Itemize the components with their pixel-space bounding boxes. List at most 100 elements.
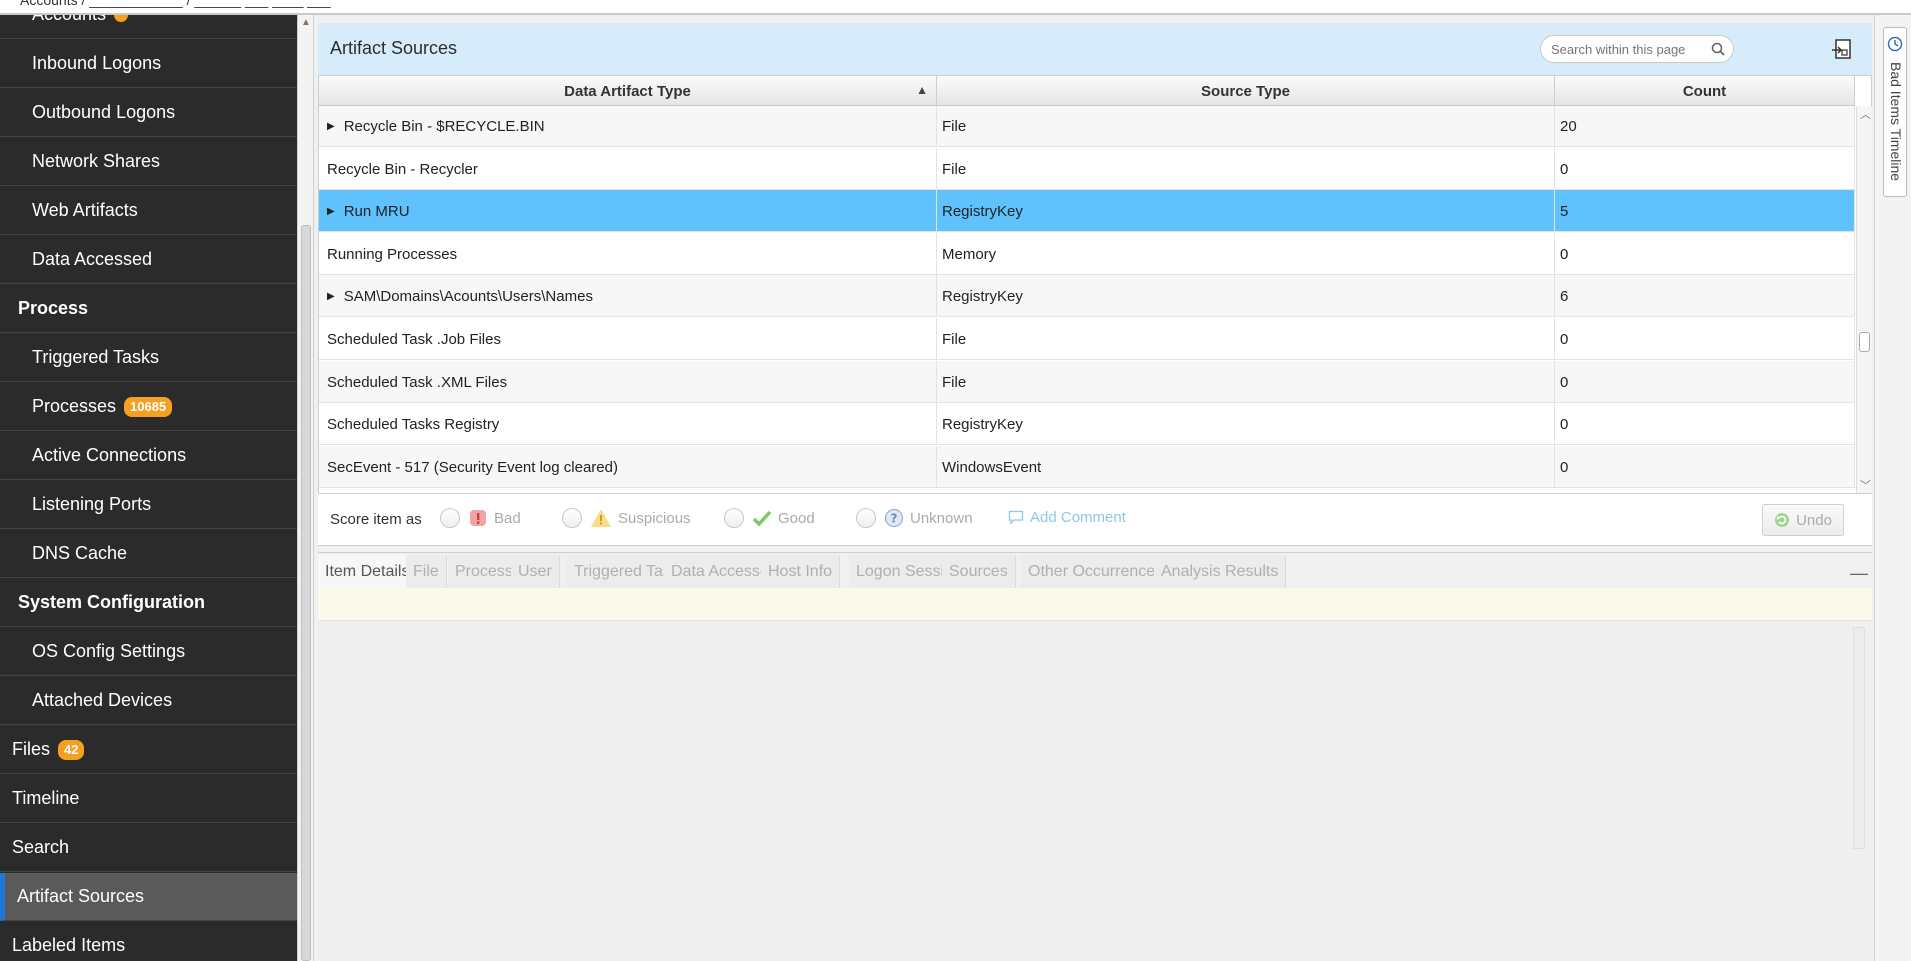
sidebar-item-attached-devices[interactable]: Attached Devices [0,677,297,725]
column-header-source-type[interactable]: Source Type [937,76,1555,106]
tab-sources[interactable]: Sources [942,555,1016,589]
table-scroll-thumb[interactable] [1859,332,1870,352]
sidebar-item-os-config-settings[interactable]: OS Config Settings [0,628,297,676]
sidebar-item-active-connections[interactable]: Active Connections [0,432,297,480]
tab-other-occurrences[interactable]: Other Occurrences [1021,555,1172,589]
sidebar-item-label: Active Connections [32,445,187,465]
artifact-type-text: Run MRU [343,202,410,220]
sidebar-item-label: Triggered Tasks [32,347,160,367]
score-good-radio[interactable] [724,508,744,528]
cell-data-artifact-type: ▶ Recycle Bin - $RECYCLE.BIN [319,106,937,147]
table-row[interactable]: ▶ Recycle Bin - $RECYCLE.BIN File 20 [319,106,1855,147]
tab-label: User [518,563,552,580]
expand-arrow-icon[interactable]: ▶ [327,121,335,132]
tab-label: Other Occurrences [1028,563,1164,580]
score-unknown-option[interactable]: ? Unknown [856,508,973,528]
column-header-count[interactable]: Count [1555,76,1855,106]
sidebar-item-outbound-logons[interactable]: Outbound Logons [0,89,297,137]
table-row[interactable]: SecEvent - 517 (Security Event log clear… [319,446,1855,488]
sort-ascending-icon: ▲ [916,83,928,97]
sidebar-item-web-artifacts[interactable]: Web Artifacts [0,187,297,235]
search-input[interactable] [1551,42,1701,57]
cell-source-type: RegistryKey [937,275,1555,317]
sidebar-item-label: OS Config Settings [32,641,186,661]
table-row[interactable]: Scheduled Task .XML Files File 0 [319,361,1855,403]
sidebar-item-triggered-tasks[interactable]: Triggered Tasks [0,334,297,382]
cell-count: 0 [1555,446,1855,488]
column-header-data-artifact-type[interactable]: Data Artifact Type ▲ [319,76,937,106]
cell-source-type: WindowsEvent [937,446,1555,488]
tab-file[interactable]: File [406,555,447,589]
sidebar-item-listening-ports[interactable]: Listening Ports [0,481,297,529]
cell-source-type: Memory [937,233,1555,275]
sidebar-item-label: Outbound Logons [32,102,176,122]
sidebar-item-files[interactable]: Files 42 [0,726,297,774]
table-row[interactable]: ▶ Run MRU RegistryKey 5 [319,190,1855,232]
search-box[interactable] [1540,35,1734,63]
tab-label: File [413,563,439,580]
sidebar-item-label: Timeline [12,788,80,808]
score-bad-option[interactable]: Bad [440,508,521,528]
minimize-icon[interactable]: — [1850,563,1868,584]
table-scrollbar[interactable]: ︿ ﹀ [1856,106,1872,493]
score-suspicious-radio[interactable] [562,508,582,528]
table-row[interactable]: ▶ SAM\Domains\Acounts\Users\Names Registry… [319,275,1855,317]
sidebar-item-timeline[interactable]: Timeline [0,775,297,823]
tab-item-details[interactable]: Item Details [318,555,418,589]
add-comment-button[interactable]: Add Comment [1008,509,1126,526]
count-badge: 10685 [124,396,173,417]
sidebar-item-data-accessed[interactable]: Data Accessed [0,236,297,284]
sidebar-item-accounts[interactable]: Accounts [0,15,297,39]
table-row[interactable]: Recycle Bin - Recycler File 0 [319,148,1855,190]
sidebar-item-inbound-logons[interactable]: Inbound Logons [0,40,297,88]
sidebar-item-network-shares[interactable]: Network Shares [0,138,297,186]
cell-count: 20 [1555,106,1855,147]
artifact-type-text: Running Processes [327,245,458,263]
score-suspicious-option[interactable]: Suspicious [562,508,691,528]
table-row[interactable]: Running Processes Memory 0 [319,233,1855,275]
sidebar-item-labeled-items[interactable]: Labeled Items [0,922,297,961]
export-icon[interactable] [1830,37,1854,66]
tab-host-info[interactable]: Host Info [761,555,841,589]
table-row[interactable]: Scheduled Tasks Registry RegistryKey 0 [319,403,1855,445]
scroll-up-arrow-icon[interactable]: ▲ [301,17,311,28]
sidebar-item-label: Network Shares [32,151,161,171]
sidebar-scrollbar[interactable]: ▲ [297,15,314,961]
cell-count: 0 [1555,318,1855,360]
search-icon[interactable] [1711,42,1725,61]
tab-process[interactable]: Process [448,555,521,589]
breadcrumb: Accounts / ____________ / ______ ___ ___… [20,0,331,8]
cell-data-artifact-type: SecEvent - 517 (Security Event log clear… [319,446,937,488]
bad-items-timeline-tab[interactable]: Bad Items Timeline [1883,27,1907,197]
cell-data-artifact-type: Running Processes [319,233,937,275]
cell-source-type: File [937,106,1555,147]
artifact-type-text: Scheduled Tasks Registry [327,415,500,433]
detail-scrollbar[interactable] [1853,627,1865,849]
page-title: Artifact Sources [330,38,458,58]
sidebar-item-artifact-sources[interactable]: Artifact Sources [0,873,297,921]
sidebar-section-process: Process [0,285,297,333]
scroll-up-icon[interactable]: ︿ [1860,106,1871,122]
sidebar-item-label: Web Artifacts [32,200,138,220]
warning-icon [590,508,612,528]
sidebar-scroll-thumb[interactable] [301,225,311,961]
cell-data-artifact-type: Scheduled Tasks Registry [319,403,937,445]
cell-data-artifact-type: ▶ SAM\Domains\Acounts\Users\Names [319,275,937,317]
score-unknown-radio[interactable] [856,508,876,528]
clock-icon [1887,36,1903,57]
sidebar-item-search[interactable]: Search [0,824,297,872]
expand-arrow-icon[interactable]: ▶ [327,291,335,302]
comment-icon [1008,510,1024,525]
score-good-option[interactable]: Good [724,508,815,528]
expand-arrow-icon[interactable]: ▶ [327,206,335,217]
sidebar-item-processes[interactable]: Processes 10685 [0,383,297,431]
sidebar-item-dns-cache[interactable]: DNS Cache [0,530,297,578]
svg-text:?: ? [891,512,898,526]
table-row[interactable]: Scheduled Task .Job Files File 0 [319,318,1855,360]
cell-count: 5 [1555,190,1855,232]
tab-analysis-results[interactable]: Analysis Results [1154,555,1287,589]
score-bad-radio[interactable] [440,508,460,528]
scroll-down-icon[interactable]: ﹀ [1860,477,1871,493]
undo-button[interactable]: Undo [1762,504,1844,536]
tab-user[interactable]: User [511,555,560,589]
